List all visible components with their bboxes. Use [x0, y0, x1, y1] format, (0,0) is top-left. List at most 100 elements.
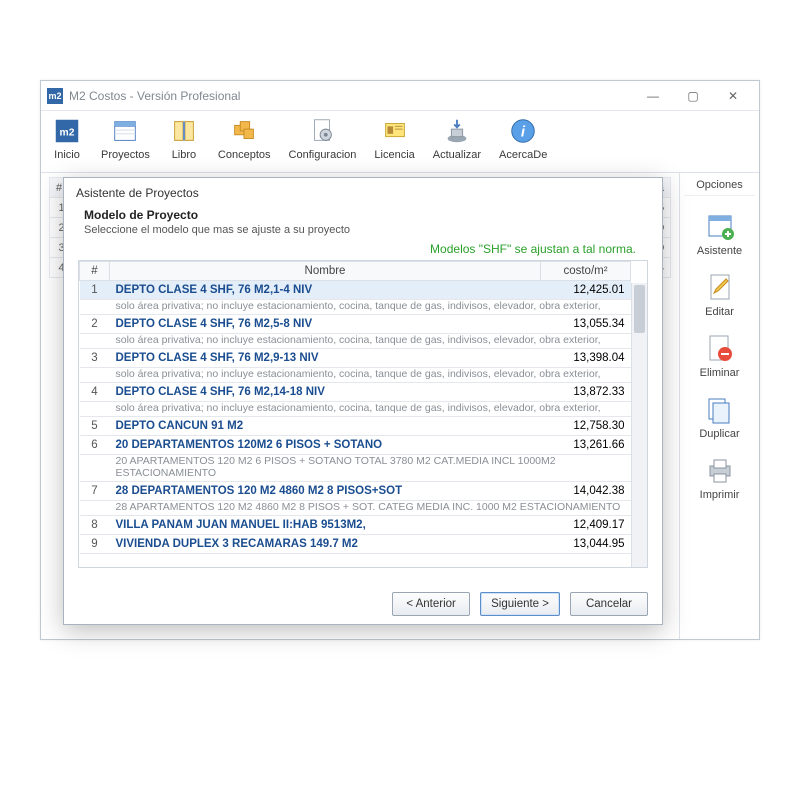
- table-row[interactable]: 8 VILLA PANAM JUAN MANUEL II:HAB 9513M2,…: [80, 516, 631, 535]
- row-name: DEPTO CLASE 4 SHF, 76 M2,5-8 NIV: [110, 315, 541, 334]
- wizard-col-cost[interactable]: costo/m²: [541, 262, 631, 281]
- table-row[interactable]: 3 DEPTO CLASE 4 SHF, 76 M2,9-13 NIV 13,3…: [80, 349, 631, 368]
- wizard-col-name[interactable]: Nombre: [110, 262, 541, 281]
- ribbon-label: Proyectos: [101, 149, 150, 161]
- update-icon: [441, 115, 473, 147]
- main-window: m2 M2 Costos - Versión Profesional — ▢ ✕…: [40, 80, 760, 640]
- table-row-desc: solo área privativa; no incluye estacion…: [80, 402, 631, 417]
- table-row[interactable]: 7 28 DEPARTAMENTOS 120 M2 4860 M2 8 PISO…: [80, 482, 631, 501]
- row-cost: 12,425.01: [541, 281, 631, 300]
- edit-icon: [704, 271, 736, 303]
- option-label: Asistente: [697, 245, 742, 257]
- option-label: Duplicar: [699, 428, 739, 440]
- concepts-icon: [228, 115, 260, 147]
- ribbon-label: AcercaDe: [499, 149, 547, 161]
- option-label: Imprimir: [700, 489, 740, 501]
- wizard-table[interactable]: # Nombre costo/m² 1 DEPTO CLASE 4 SHF, 7…: [79, 261, 631, 554]
- row-idx: 4: [80, 383, 110, 402]
- ribbon-actualizar[interactable]: Actualizar: [433, 115, 481, 161]
- table-row-desc: solo área privativa; no incluye estacion…: [80, 334, 631, 349]
- row-name: 20 DEPARTAMENTOS 120M2 6 PISOS + SOTANO: [110, 436, 541, 455]
- row-desc: solo área privativa; no incluye estacion…: [110, 402, 631, 417]
- maximize-button[interactable]: ▢: [673, 82, 713, 110]
- table-row[interactable]: 5 DEPTO CANCUN 91 M2 12,758.30: [80, 417, 631, 436]
- row-idx: 2: [80, 315, 110, 334]
- row-desc: 20 APARTAMENTOS 120 M2 6 PISOS + SOTANO …: [110, 455, 631, 482]
- settings-icon: [306, 115, 338, 147]
- row-idx: 7: [80, 482, 110, 501]
- row-name: VIVIENDA DUPLEX 3 RECAMARAS 149.7 M2: [110, 535, 541, 554]
- wizard-col-num[interactable]: #: [80, 262, 110, 281]
- table-row-desc: 28 APARTAMENTOS 120 M2 4860 M2 8 PISOS +…: [80, 501, 631, 516]
- row-cost: 12,409.17: [541, 516, 631, 535]
- ribbon-label: Conceptos: [218, 149, 271, 161]
- ribbon-inicio[interactable]: m2 Inicio: [51, 115, 83, 161]
- close-button[interactable]: ✕: [713, 82, 753, 110]
- next-button[interactable]: Siguiente >: [480, 592, 560, 616]
- row-idx: 6: [80, 436, 110, 455]
- print-icon: [704, 454, 736, 486]
- row-name: DEPTO CANCUN 91 M2: [110, 417, 541, 436]
- table-row[interactable]: 6 20 DEPARTAMENTOS 120M2 6 PISOS + SOTAN…: [80, 436, 631, 455]
- ribbon-acercade[interactable]: i AcercaDe: [499, 115, 547, 161]
- table-row[interactable]: 9 VIVIENDA DUPLEX 3 RECAMARAS 149.7 M2 1…: [80, 535, 631, 554]
- table-row[interactable]: 4 DEPTO CLASE 4 SHF, 76 M2,14-18 NIV 13,…: [80, 383, 631, 402]
- book-icon: [168, 115, 200, 147]
- row-desc: 28 APARTAMENTOS 120 M2 4860 M2 8 PISOS +…: [110, 501, 631, 516]
- row-cost: 13,055.34: [541, 315, 631, 334]
- wizard-window-title: Asistente de Proyectos: [76, 186, 650, 200]
- table-row[interactable]: 1 DEPTO CLASE 4 SHF, 76 M2,1-4 NIV 12,42…: [80, 281, 631, 300]
- table-row[interactable]: 2 DEPTO CLASE 4 SHF, 76 M2,5-8 NIV 13,05…: [80, 315, 631, 334]
- row-idx: 3: [80, 349, 110, 368]
- ribbon-label: Libro: [172, 149, 196, 161]
- back-button[interactable]: < Anterior: [392, 592, 470, 616]
- row-desc: solo área privativa; no incluye estacion…: [110, 300, 631, 315]
- row-cost: 13,398.04: [541, 349, 631, 368]
- delete-icon: [703, 332, 735, 364]
- info-icon: i: [507, 115, 539, 147]
- ribbon-configuracion[interactable]: Configuracion: [289, 115, 357, 161]
- main-area: # Costo/Unida 16,5 23,0 33,0 422,4 Asist…: [41, 173, 759, 639]
- row-cost: 13,261.66: [541, 436, 631, 455]
- option-editar[interactable]: Editar: [704, 271, 736, 318]
- ribbon-label: Actualizar: [433, 149, 481, 161]
- table-row-desc: solo área privativa; no incluye estacion…: [80, 368, 631, 383]
- app-logo: m2: [47, 88, 63, 104]
- option-duplicar[interactable]: Duplicar: [699, 393, 739, 440]
- ribbon-proyectos[interactable]: Proyectos: [101, 115, 150, 161]
- titlebar: m2 M2 Costos - Versión Profesional — ▢ ✕: [41, 81, 759, 111]
- option-eliminar[interactable]: Eliminar: [700, 332, 740, 379]
- duplicate-icon: [703, 393, 735, 425]
- row-cost: 14,042.38: [541, 482, 631, 501]
- row-desc: solo área privativa; no incluye estacion…: [110, 368, 631, 383]
- license-icon: [379, 115, 411, 147]
- wizard-icon: [704, 210, 736, 242]
- projects-icon: [109, 115, 141, 147]
- row-idx: 8: [80, 516, 110, 535]
- row-desc: solo área privativa; no incluye estacion…: [110, 334, 631, 349]
- minimize-button[interactable]: —: [633, 82, 673, 110]
- ribbon-libro[interactable]: Libro: [168, 115, 200, 161]
- row-cost: 12,758.30: [541, 417, 631, 436]
- option-imprimir[interactable]: Imprimir: [700, 454, 740, 501]
- row-idx: 5: [80, 417, 110, 436]
- option-asistente[interactable]: Asistente: [697, 210, 742, 257]
- wizard-scrollbar[interactable]: [631, 283, 647, 567]
- option-label: Eliminar: [700, 367, 740, 379]
- ribbon-label: Licencia: [374, 149, 414, 161]
- row-idx: 9: [80, 535, 110, 554]
- project-wizard-dialog: Asistente de Proyectos Modelo de Proyect…: [63, 177, 663, 625]
- ribbon-licencia[interactable]: Licencia: [374, 115, 414, 161]
- row-name: VILLA PANAM JUAN MANUEL II:HAB 9513M2,: [110, 516, 541, 535]
- row-name: DEPTO CLASE 4 SHF, 76 M2,14-18 NIV: [110, 383, 541, 402]
- ribbon-conceptos[interactable]: Conceptos: [218, 115, 271, 161]
- row-name: DEPTO CLASE 4 SHF, 76 M2,9-13 NIV: [110, 349, 541, 368]
- row-idx: 1: [80, 281, 110, 300]
- scrollbar-thumb[interactable]: [634, 285, 645, 333]
- cancel-button[interactable]: Cancelar: [570, 592, 648, 616]
- home-icon: m2: [51, 115, 83, 147]
- option-label: Editar: [705, 306, 734, 318]
- row-cost: 13,872.33: [541, 383, 631, 402]
- row-name: DEPTO CLASE 4 SHF, 76 M2,1-4 NIV: [110, 281, 541, 300]
- options-panel: Opciones Asistente Editar Eliminar Dupli…: [679, 173, 759, 639]
